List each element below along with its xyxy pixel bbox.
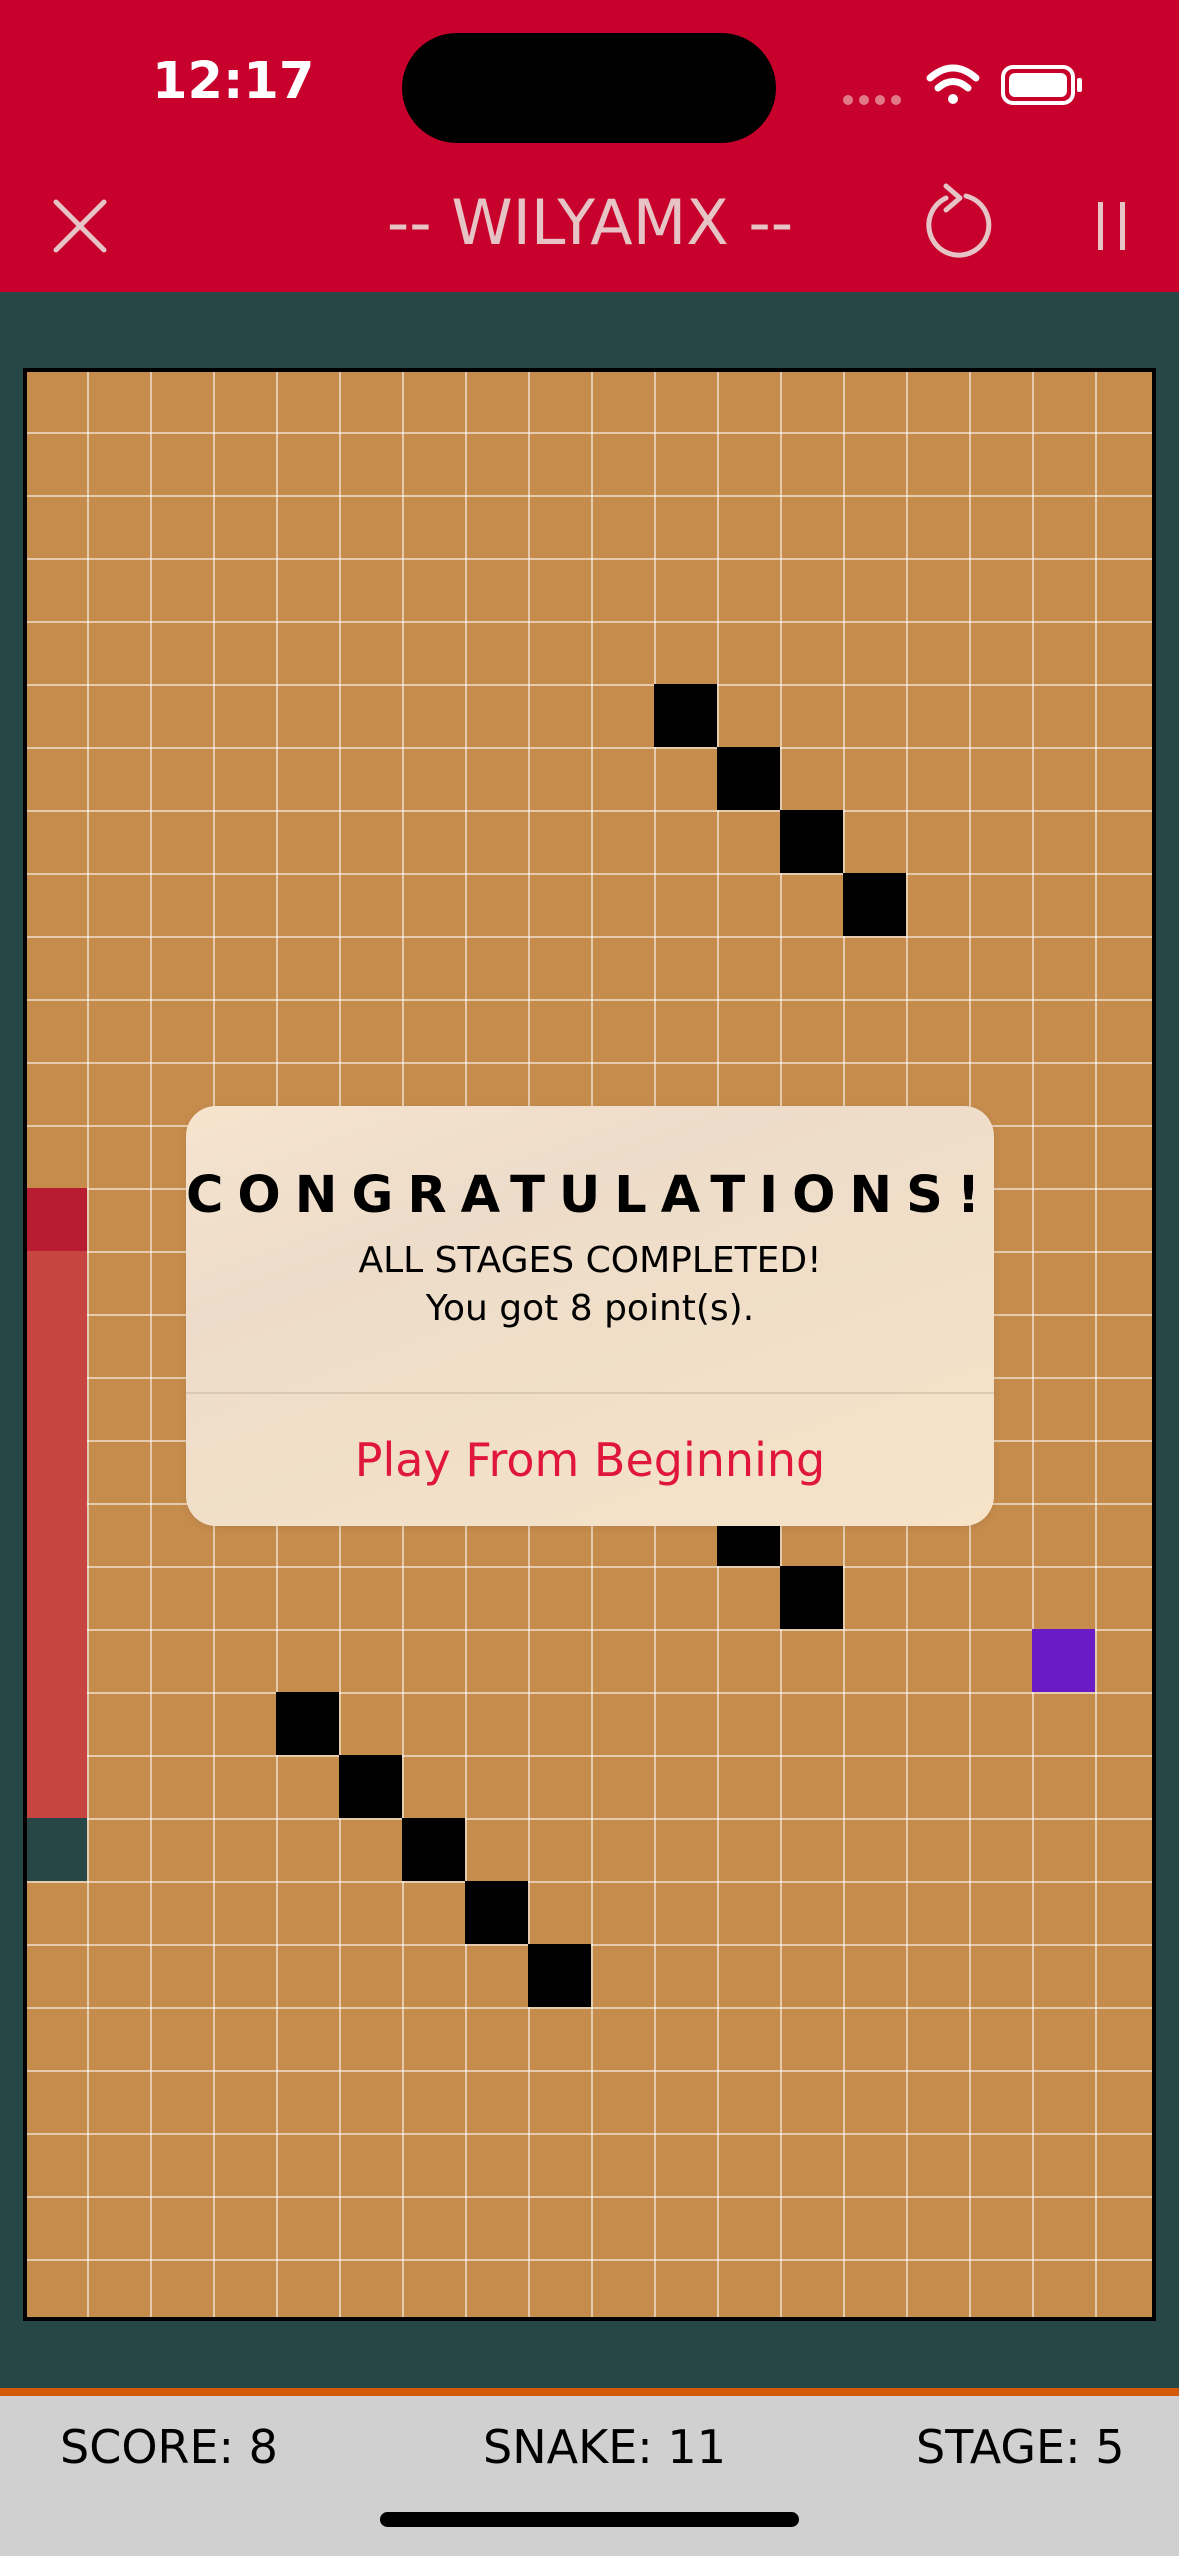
battery-icon [1001, 65, 1082, 105]
wall-block [780, 810, 843, 873]
stats-bar: SCORE: 8 SNAKE: 11 STAGE: 5 [0, 2388, 1179, 2556]
wall-block [528, 1944, 591, 2007]
play-from-beginning-button[interactable]: Play From Beginning [186, 1394, 994, 1526]
wifi-icon [926, 64, 980, 104]
close-icon[interactable] [52, 198, 108, 254]
dialog-message-line1: ALL STAGES COMPLETED! [358, 1240, 822, 1281]
dialog-message-line2: You got 8 point(s). [425, 1288, 755, 1329]
food-item [1032, 1629, 1095, 1692]
wall-block [654, 684, 717, 747]
snake-body [27, 1251, 87, 1818]
app-header: 12:17 -- WILYAMX -- [0, 0, 1179, 292]
completion-dialog: CONGRATULATIONS! ALL STAGES COMPLETED! Y… [186, 1106, 994, 1526]
status-time: 12:17 [152, 52, 315, 111]
dynamic-island [402, 33, 776, 143]
wall-block [465, 1881, 528, 1944]
snake-tail [27, 1818, 87, 1881]
status-icons [843, 64, 1082, 105]
wall-block [717, 747, 780, 810]
snake-head [27, 1188, 87, 1251]
restart-icon[interactable] [922, 182, 998, 262]
stage-label: STAGE: 5 [916, 2420, 1125, 2474]
dialog-title: CONGRATULATIONS! [186, 1166, 995, 1225]
pause-icon[interactable] [1092, 196, 1132, 256]
score-label: SCORE: 8 [60, 2420, 278, 2474]
cellular-signal-icon [843, 95, 901, 105]
game-title: -- WILYAMX -- [386, 186, 794, 259]
wall-block [339, 1755, 402, 1818]
wall-block [780, 1566, 843, 1629]
wall-block [276, 1692, 339, 1755]
snake-length-label: SNAKE: 11 [483, 2420, 726, 2474]
wall-block [843, 873, 906, 936]
wall-block [402, 1818, 465, 1881]
home-indicator [380, 2512, 799, 2527]
